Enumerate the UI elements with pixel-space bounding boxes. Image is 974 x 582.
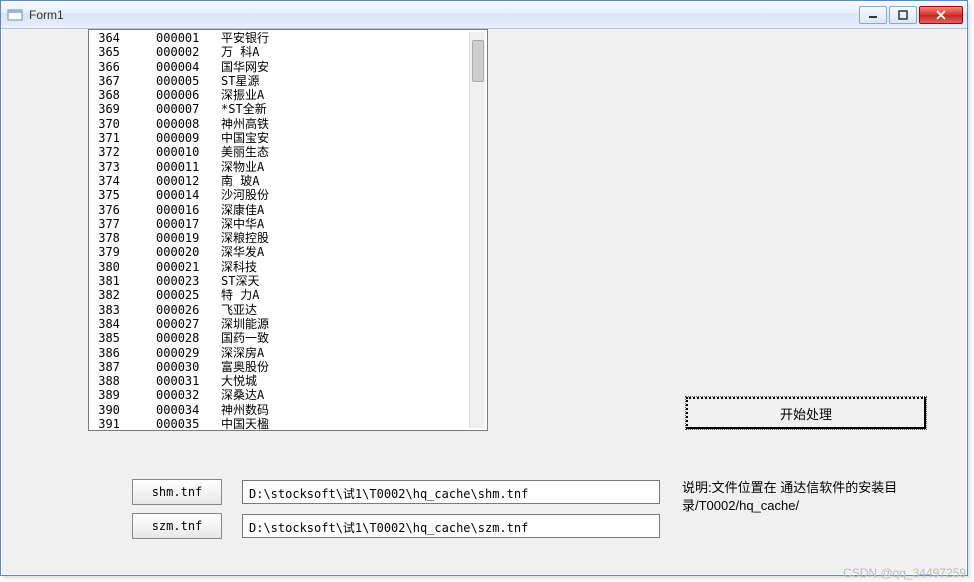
list-item[interactable]: 385 000028 国药一致	[91, 331, 487, 345]
list-item[interactable]: 390 000034 神州数码	[91, 403, 487, 417]
list-item[interactable]: 369 000007 *ST全新	[91, 102, 487, 116]
list-item[interactable]: 382 000025 特 力A	[91, 288, 487, 302]
list-item[interactable]: 376 000016 深康佳A	[91, 203, 487, 217]
list-item[interactable]: 366 000004 国华网安	[91, 60, 487, 74]
list-item[interactable]: 381 000023 ST深天	[91, 274, 487, 288]
list-item[interactable]: 367 000005 ST星源	[91, 74, 487, 88]
szm-file-button[interactable]: szm.tnf	[132, 513, 222, 539]
shm-path-input[interactable]: D:\stocksoft\试1\T0002\hq_cache\shm.tnf	[242, 480, 660, 504]
list-item[interactable]: 379 000020 深华发A	[91, 245, 487, 259]
shm-file-button[interactable]: shm.tnf	[132, 479, 222, 505]
list-item[interactable]: 378 000019 深粮控股	[91, 231, 487, 245]
listbox-scrollbar[interactable]	[469, 32, 485, 428]
titlebar[interactable]: Form1	[1, 1, 967, 29]
scrollbar-thumb[interactable]	[472, 40, 484, 82]
list-item[interactable]: 389 000032 深桑达A	[91, 388, 487, 402]
list-item[interactable]: 377 000017 深中华A	[91, 217, 487, 231]
watermark: CSDN @qq_34497259	[843, 566, 966, 580]
list-item[interactable]: 370 000008 神州高铁	[91, 117, 487, 131]
list-item[interactable]: 371 000009 中国宝安	[91, 131, 487, 145]
shm-path-text: D:\stocksoft\试1\T0002\hq_cache\shm.tnf	[249, 487, 528, 501]
list-item[interactable]: 388 000031 大悦城	[91, 374, 487, 388]
close-button[interactable]	[919, 6, 963, 24]
list-item[interactable]: 365 000002 万 科A	[91, 45, 487, 59]
shm-button-label: shm.tnf	[152, 485, 203, 499]
szm-path-text: D:\stocksoft\试1\T0002\hq_cache\szm.tnf	[249, 521, 528, 535]
app-window: Form1 364 000001 平安银行 365 000002 万 科A 36…	[0, 0, 968, 576]
list-item[interactable]: 374 000012 南 玻A	[91, 174, 487, 188]
list-item[interactable]: 383 000026 飞亚达	[91, 303, 487, 317]
szm-button-label: szm.tnf	[152, 519, 203, 533]
list-item[interactable]: 368 000006 深振业A	[91, 88, 487, 102]
list-item[interactable]: 373 000011 深物业A	[91, 160, 487, 174]
maximize-button[interactable]	[889, 6, 917, 24]
list-item[interactable]: 391 000035 中国天楹	[91, 417, 487, 431]
app-icon	[7, 7, 23, 23]
list-item[interactable]: 372 000010 美丽生态	[91, 145, 487, 159]
list-item[interactable]: 387 000030 富奥股份	[91, 360, 487, 374]
szm-path-input[interactable]: D:\stocksoft\试1\T0002\hq_cache\szm.tnf	[242, 514, 660, 538]
list-item[interactable]: 380 000021 深科技	[91, 260, 487, 274]
note-label: 说明:文件位置在 通达信软件的安装目录/T0002/hq_cache/	[682, 479, 932, 515]
minimize-button[interactable]	[859, 6, 887, 24]
window-buttons	[859, 6, 963, 24]
start-process-button[interactable]: 开始处理	[686, 397, 926, 429]
list-item[interactable]: 386 000029 深深房A	[91, 346, 487, 360]
start-button-label: 开始处理	[780, 404, 832, 423]
client-area: 364 000001 平安银行 365 000002 万 科A 366 0000…	[1, 29, 967, 575]
window-title: Form1	[29, 8, 859, 22]
list-item[interactable]: 384 000027 深圳能源	[91, 317, 487, 331]
stock-listbox[interactable]: 364 000001 平安银行 365 000002 万 科A 366 0000…	[88, 29, 488, 431]
list-item[interactable]: 375 000014 沙河股份	[91, 188, 487, 202]
list-item[interactable]: 364 000001 平安银行	[91, 31, 487, 45]
